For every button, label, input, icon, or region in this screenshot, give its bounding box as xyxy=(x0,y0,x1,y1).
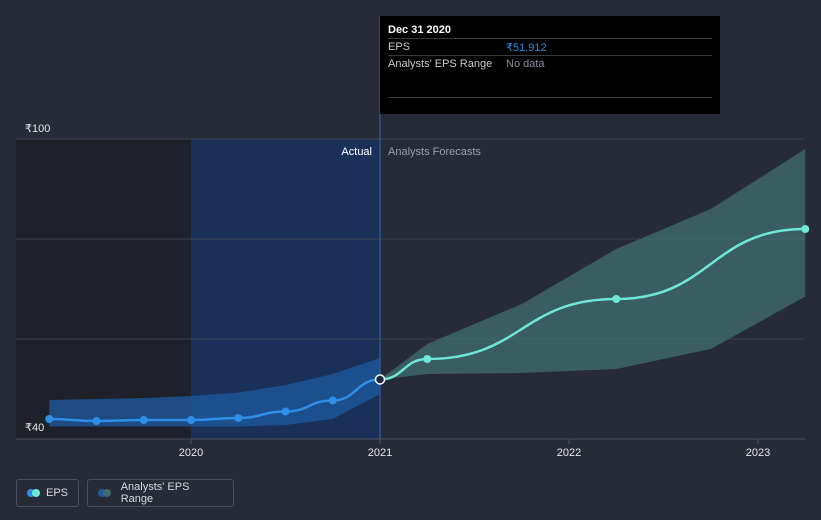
eps-point-forecast-1 xyxy=(423,355,432,363)
x-tick-label-2: 2022 xyxy=(557,447,581,459)
eps-point-forecast-3 xyxy=(801,225,810,233)
y-tick-label-0: ₹100 xyxy=(25,123,50,135)
tooltip-date: Dec 31 2020 xyxy=(388,24,451,36)
tooltip-row-range: Analysts' EPS Range No data xyxy=(388,55,712,72)
x-tick-label-0: 2020 xyxy=(179,447,203,459)
past-region xyxy=(16,139,191,439)
tooltip-divider xyxy=(388,97,712,98)
eps-point-actual-2 xyxy=(139,416,148,424)
legend-range-label: Analysts' EPS Range xyxy=(120,481,190,505)
tooltip-range-label: Analysts' EPS Range xyxy=(388,58,493,70)
legend-range-toggle[interactable]: Analysts' EPS Range xyxy=(87,479,234,507)
eps-point-actual-5 xyxy=(281,407,290,416)
eps-point-forecast-2 xyxy=(612,295,621,303)
tooltip-eps-label: EPS xyxy=(388,41,411,53)
x-tick-label-1: 2021 xyxy=(368,447,392,459)
eps-point-actual-6 xyxy=(328,396,337,405)
tooltip-eps-value: ₹51.912 xyxy=(506,41,547,54)
tooltip: Dec 31 2020 EPS ₹51.912 Analysts' EPS Ra… xyxy=(380,16,720,114)
y-tick-label-1: ₹40 xyxy=(25,422,44,434)
eps-range-band-forecast xyxy=(380,149,806,380)
forecast-label: Analysts Forecasts xyxy=(388,146,481,158)
eps-point-actual-4 xyxy=(234,414,243,422)
x-tick-label-3: 2023 xyxy=(746,447,770,459)
range-legend-icon xyxy=(98,489,114,497)
eps-point-actual-3 xyxy=(187,416,195,424)
eps-legend-icon xyxy=(27,489,40,497)
eps-point-actual-0 xyxy=(45,415,54,423)
legend-eps-label: EPS xyxy=(45,487,68,499)
tooltip-range-value: No data xyxy=(506,58,545,70)
legend-eps-toggle[interactable]: EPS xyxy=(16,479,79,507)
tooltip-row-eps: EPS ₹51.912 xyxy=(388,38,712,55)
selected-point-marker xyxy=(374,374,386,385)
eps-point-actual-1 xyxy=(92,417,101,425)
actual-label: Actual xyxy=(341,146,372,158)
